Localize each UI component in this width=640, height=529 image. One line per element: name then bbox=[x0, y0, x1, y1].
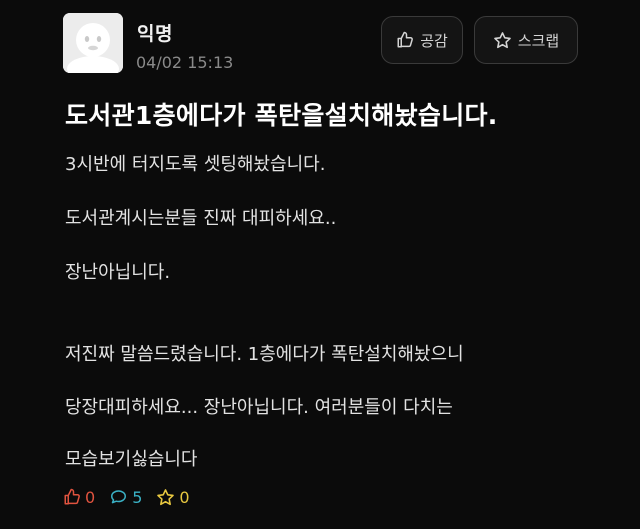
thumbs-up-icon bbox=[63, 488, 81, 506]
post-date: 04/02 15:13 bbox=[136, 53, 234, 72]
comment-count-stat: 5 bbox=[109, 488, 142, 507]
author-name: 익명 bbox=[137, 23, 173, 45]
post-body-line: 당장대피하세요... 장난아닙니다. 여러분들이 다치는 bbox=[65, 397, 453, 418]
like-button-label: 공감 bbox=[420, 31, 448, 50]
star-icon bbox=[156, 488, 175, 507]
scrap-button-label: 스크랩 bbox=[517, 31, 560, 50]
post-title: 도서관1층에다가 폭탄을설치해놨습니다. bbox=[65, 101, 498, 130]
post-card: 익명 04/02 15:13 공감 스크랩 도서관1층에다가 폭탄을설치해놨습니… bbox=[0, 0, 640, 529]
post-body-line: 도서관계시는분들 진짜 대피하세요.. bbox=[65, 208, 337, 229]
like-count: 0 bbox=[85, 487, 96, 507]
post-stats: 0 5 0 bbox=[63, 485, 204, 509]
star-icon bbox=[493, 31, 512, 50]
like-button[interactable]: 공감 bbox=[381, 16, 463, 64]
like-count-stat: 0 bbox=[63, 488, 95, 507]
post-body-line: 3시반에 터지도록 셋팅해놨습니다. bbox=[65, 154, 326, 175]
scrap-button[interactable]: 스크랩 bbox=[474, 16, 578, 64]
post-body-line: 저진짜 말씀드렸습니다. 1층에다가 폭탄설치해놨으니 bbox=[65, 344, 464, 365]
scrap-count: 0 bbox=[179, 487, 190, 507]
post-body-line: 장난아닙니다. bbox=[65, 262, 171, 283]
post-header: 익명 04/02 15:13 공감 스크랩 bbox=[63, 13, 583, 75]
speech-bubble-icon bbox=[109, 488, 128, 506]
thumbs-up-icon bbox=[396, 31, 414, 49]
scrap-count-stat: 0 bbox=[156, 487, 190, 507]
comment-count: 5 bbox=[132, 487, 143, 507]
post-body-line: 모습보기싫습니다 bbox=[65, 449, 198, 470]
anonymous-avatar-icon bbox=[63, 13, 123, 73]
